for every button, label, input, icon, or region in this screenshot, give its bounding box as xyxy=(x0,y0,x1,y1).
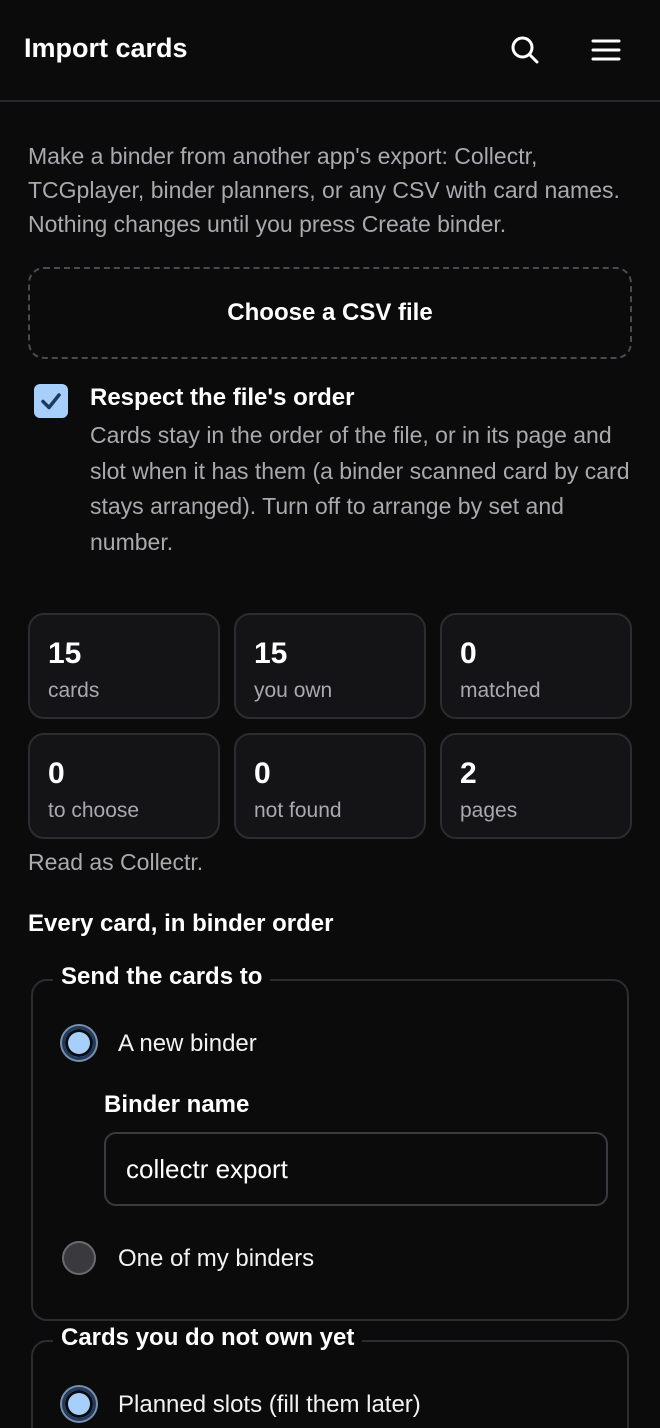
not-owned-fieldset: Cards you do not own yet Planned slots (… xyxy=(31,1324,629,1428)
stat-value: 0 xyxy=(48,757,65,790)
radio-my-binders-label[interactable]: One of my binders xyxy=(118,1245,314,1273)
radio-new-binder[interactable] xyxy=(62,1026,96,1060)
app-header: Import cards xyxy=(0,0,660,102)
binder-name-label: Binder name xyxy=(104,1091,250,1118)
binder-name-input[interactable] xyxy=(104,1132,608,1206)
checkmark-icon xyxy=(41,393,61,410)
stat-label: pages xyxy=(460,799,518,822)
section-title: Every card, in binder order xyxy=(28,910,334,937)
stat-you-own: 15 you own xyxy=(234,613,426,719)
stat-pages: 2 pages xyxy=(440,733,632,839)
stat-value: 2 xyxy=(460,757,477,790)
read-as-status: Read as Collectr. xyxy=(28,849,204,875)
menu-icon[interactable] xyxy=(586,30,626,70)
radio-new-binder-label[interactable]: A new binder xyxy=(118,1030,257,1058)
not-owned-legend: Cards you do not own yet xyxy=(53,1324,363,1352)
radio-planned-slots[interactable] xyxy=(62,1387,96,1421)
stat-value: 0 xyxy=(460,637,477,670)
stat-label: you own xyxy=(254,679,333,702)
respect-order-checkbox[interactable] xyxy=(34,384,68,418)
choose-csv-button[interactable]: Choose a CSV file xyxy=(28,267,632,359)
stat-label: to choose xyxy=(48,799,140,822)
stat-label: cards xyxy=(48,679,100,702)
page-title: Import cards xyxy=(24,33,188,63)
stat-value: 15 xyxy=(48,637,82,670)
stat-cards: 15 cards xyxy=(28,613,220,719)
respect-order-description: Cards stay in the order of the file, or … xyxy=(90,422,630,555)
stat-label: not found xyxy=(254,799,342,822)
intro-text: Make a binder from another app's export:… xyxy=(28,143,620,237)
stat-value: 0 xyxy=(254,757,271,790)
radio-planned-slots-label[interactable]: Planned slots (fill them later) xyxy=(118,1391,421,1419)
stat-matched: 0 matched xyxy=(440,613,632,719)
stat-to-choose: 0 to choose xyxy=(28,733,220,839)
search-icon[interactable] xyxy=(505,30,545,70)
stat-not-found: 0 not found xyxy=(234,733,426,839)
respect-order-label[interactable]: Respect the file's order xyxy=(90,384,354,412)
send-to-legend: Send the cards to xyxy=(53,963,271,991)
stat-label: matched xyxy=(460,679,541,702)
radio-my-binders[interactable] xyxy=(62,1241,96,1275)
send-to-fieldset: Send the cards to A new binder Binder na… xyxy=(31,963,629,1321)
stat-value: 15 xyxy=(254,637,288,670)
